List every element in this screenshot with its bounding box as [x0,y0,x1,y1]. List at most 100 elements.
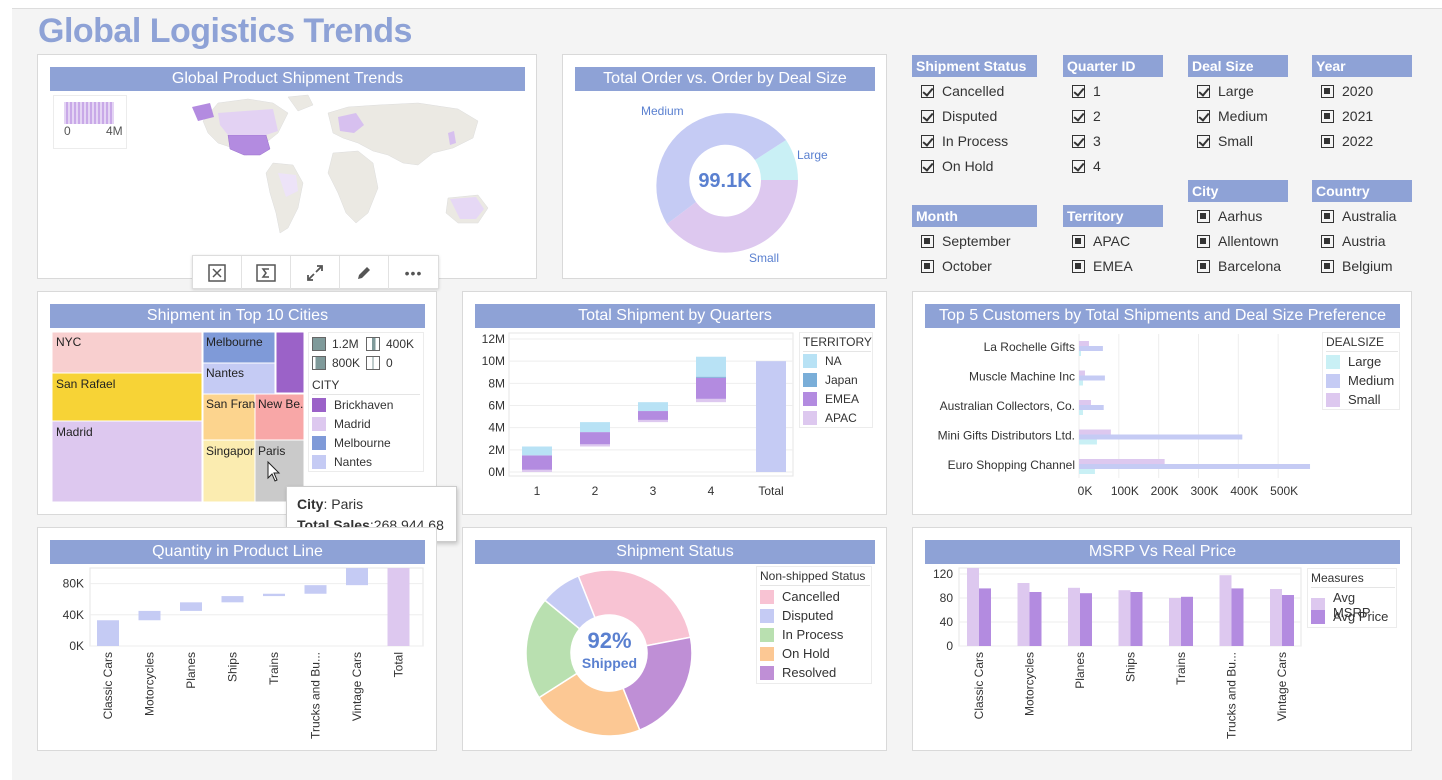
bar-medium[interactable] [1079,434,1243,440]
checkbox-checked-icon[interactable] [921,109,934,123]
bar-na-q1[interactable] [522,446,552,456]
bar-total[interactable] [387,568,410,646]
status-legend-item[interactable]: In Process [760,627,843,642]
bar-trucks-and-bu-[interactable] [304,585,327,594]
bar-na-q3[interactable] [638,402,668,412]
bar-avg-price[interactable] [1029,592,1042,646]
city-legend-item[interactable]: Brickhaven [312,398,393,412]
bar-small[interactable] [1079,429,1111,435]
filter-year-option[interactable]: 2022 [1321,132,1373,150]
filter-city-option[interactable]: Aarhus [1197,207,1262,225]
dealsize-legend-item[interactable]: Large [1326,354,1381,369]
dealsize-legend-item[interactable]: Small [1326,392,1381,407]
filter-city-option[interactable]: Allentown [1197,232,1279,250]
filter-country-option[interactable]: Austria [1321,232,1386,250]
bar-small[interactable] [1079,459,1165,464]
bar-apac-q2[interactable] [580,444,610,447]
city-legend-item[interactable]: Madrid [312,417,371,431]
bar-avg-msrp[interactable] [1068,587,1080,646]
city-legend-item[interactable]: Melbourne [312,436,391,450]
filter-territory-option[interactable]: APAC [1072,232,1130,250]
status-legend-item[interactable]: On Hold [760,646,830,661]
checkbox-checked-icon[interactable] [1072,159,1085,173]
bar-avg-msrp[interactable] [1270,589,1282,646]
checkbox-partial-icon[interactable] [1321,209,1334,223]
bar-japan-q4[interactable] [696,376,726,378]
checkbox-checked-icon[interactable] [921,134,934,148]
filter-deal-size-option[interactable]: Medium [1197,107,1268,125]
status-legend-item[interactable]: Disputed [760,608,833,623]
checkbox-checked-icon[interactable] [921,84,934,98]
bar-large[interactable] [1079,469,1095,474]
filter-quarter-option[interactable]: 4 [1072,157,1101,175]
bar-na-q4[interactable] [696,356,726,377]
territory-legend-item[interactable]: EMEA [803,392,859,406]
checkbox-checked-icon[interactable] [1197,84,1210,98]
bar-medium[interactable] [1079,405,1104,410]
checkbox-partial-icon[interactable] [1321,109,1334,123]
bar-avg-price[interactable] [979,588,991,646]
filter-quarter-option[interactable]: 3 [1072,132,1101,150]
checkbox-partial-icon[interactable] [921,234,934,248]
bar-large[interactable] [1079,410,1083,415]
filter-shipment-status-option[interactable]: Disputed [921,107,997,125]
bar-avg-msrp[interactable] [1017,583,1030,646]
checkbox-checked-icon[interactable] [1197,134,1210,148]
bar-classic-cars[interactable] [97,620,119,646]
checkbox-checked-icon[interactable] [921,159,934,173]
checkbox-partial-icon[interactable] [1072,234,1085,248]
filter-quarter-option[interactable]: 2 [1072,107,1101,125]
checkbox-partial-icon[interactable] [1197,234,1210,248]
map-panel[interactable]: Global Product Shipment Trends 0 4M [37,54,537,279]
checkbox-partial-icon[interactable] [1321,134,1334,148]
checkbox-partial-icon[interactable] [1321,234,1334,248]
bar-medium[interactable] [1079,464,1311,469]
quarters-panel[interactable]: Total Shipment by Quarters 0M 2M 4M 6M 8M 10M… [462,291,887,515]
bar-emea-q4[interactable] [696,377,726,399]
bar-avg-price[interactable] [1080,593,1092,646]
bar-large[interactable] [1079,439,1097,445]
customers-panel[interactable]: Top 5 Customers by Total Shipments and D… [912,291,1412,515]
bar-avg-msrp[interactable] [1219,575,1232,646]
bar-small[interactable] [1079,370,1085,376]
city-legend-item[interactable]: Nantes [312,455,372,469]
bar-medium[interactable] [1079,346,1103,351]
checkbox-checked-icon[interactable] [1072,109,1085,123]
filter-country-option[interactable]: Belgium [1321,257,1393,275]
bar-avg-msrp[interactable] [1169,598,1181,646]
deal-size-donut-panel[interactable]: Total Order vs. Order by Deal Size 99.1K… [562,54,887,279]
bar-avg-msrp[interactable] [1118,590,1131,646]
msrp-chart[interactable]: 0 40 80 120 Classic Cars Motorcycles Planes Shi… [913,528,1313,752]
bar-vintage-cars[interactable] [346,568,368,586]
bar-avg-msrp[interactable] [967,568,979,646]
territory-legend-item[interactable]: Japan [803,373,858,387]
status-legend-item[interactable]: Resolved [760,665,836,680]
checkbox-checked-icon[interactable] [1072,134,1085,148]
bar-planes[interactable] [180,602,202,611]
product-line-panel[interactable]: Quantity in Product Line 0K 40K 80K Classic… [37,527,437,751]
msrp-panel[interactable]: MSRP Vs Real Price 0 40 80 120 Classic Cars M… [912,527,1412,751]
checkbox-partial-icon[interactable] [1197,209,1210,223]
dealsize-legend-item[interactable]: Medium [1326,373,1394,388]
checkbox-checked-icon[interactable] [1072,84,1085,98]
checkbox-partial-icon[interactable] [921,259,934,273]
bar-avg-price[interactable] [1130,592,1143,646]
bar-apac-q1[interactable] [522,469,552,472]
more-icon[interactable]: ••• [389,256,438,289]
filter-month-option[interactable]: September [921,232,1010,250]
filter-shipment-status-option[interactable]: Cancelled [921,82,1004,100]
map-canada[interactable] [218,109,278,135]
checkbox-partial-icon[interactable] [1197,259,1210,273]
checkbox-partial-icon[interactable] [1321,84,1334,98]
treemap-panel[interactable]: Shipment in Top 10 Cities NYC Melbourne … [37,291,437,515]
product-line-chart[interactable]: 0K 40K 80K Classic Cars Motorcycles Planes Shi… [38,528,438,752]
filter-deal-size-option[interactable]: Large [1197,82,1254,100]
measures-legend-item[interactable]: Avg Price [1311,609,1388,624]
bar-apac-q3[interactable] [638,419,668,423]
checkbox-checked-icon[interactable] [1197,109,1210,123]
bar-emea-q3[interactable] [638,411,668,420]
status-legend-item[interactable]: Cancelled [760,589,840,604]
filter-quarter-option[interactable]: 1 [1072,82,1101,100]
world-map[interactable] [178,93,498,268]
filter-city-option[interactable]: Barcelona [1197,257,1281,275]
